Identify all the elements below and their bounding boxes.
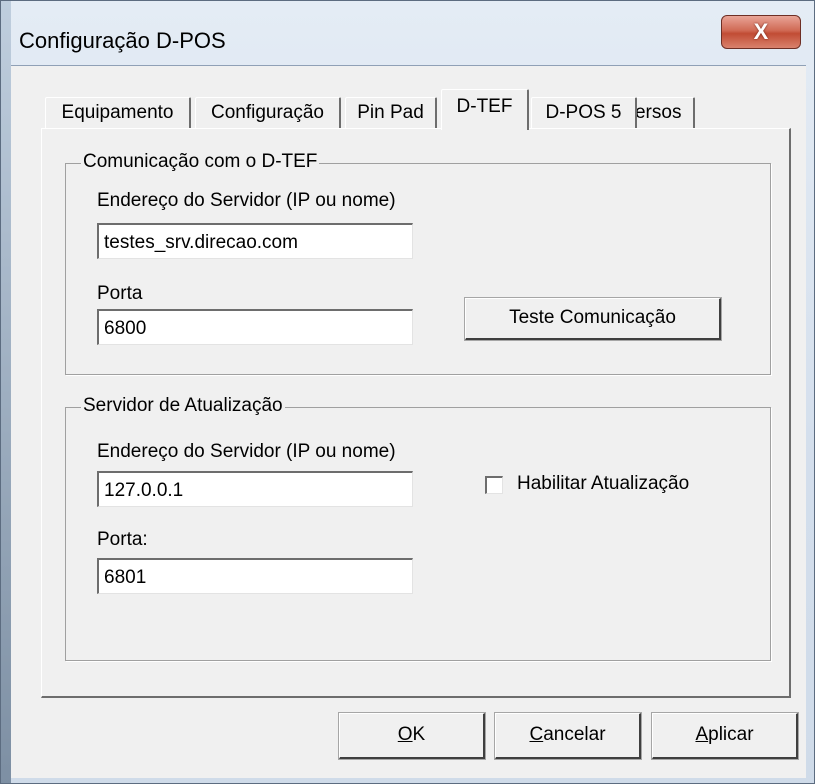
group-comunicacao-label: Comunicação com o D-TEF (81, 151, 320, 173)
tab-configuracao[interactable]: Configuração (195, 97, 341, 128)
update-server-label: Endereço do Servidor (IP ou nome) (97, 441, 396, 462)
cancel-label: ancelar (543, 724, 606, 745)
port-label: Porta (97, 283, 143, 304)
tab-pin-pad[interactable]: Pin Pad (345, 97, 437, 128)
cancel-button[interactable]: Cancelar (494, 712, 642, 760)
enable-update-label: Habilitar Atualização (517, 473, 690, 494)
port-input[interactable]: 6800 (97, 309, 413, 345)
apply-mnemonic: A (695, 724, 709, 745)
ok-mnemonic: O (397, 724, 413, 745)
apply-button[interactable]: Aplicar (651, 712, 799, 760)
update-server-input[interactable]: 127.0.0.1 (97, 471, 413, 507)
enable-update-checkbox[interactable] (485, 476, 503, 494)
window-title: Configuração D-POS (19, 28, 226, 53)
ok-label: K (412, 724, 426, 745)
server-address-label: Endereço do Servidor (IP ou nome) (97, 190, 396, 211)
update-port-label: Porta: (97, 529, 148, 550)
ok-button[interactable]: OK (338, 712, 486, 760)
server-address-input[interactable]: testes_srv.direcao.com (97, 223, 413, 259)
apply-label: plicar (708, 724, 754, 745)
close-button[interactable]: X (721, 15, 801, 49)
group-atualizacao-label: Servidor de Atualização (81, 395, 285, 417)
dialog-window: Configuração D-POS X Equipamento Configu… (0, 0, 815, 784)
cancel-mnemonic: C (529, 724, 544, 745)
tab-d-tef[interactable]: D-TEF (441, 89, 529, 130)
test-communication-button[interactable]: Teste Comunicação (464, 297, 722, 341)
close-icon: X (753, 19, 769, 44)
tab-d-pos-5[interactable]: D-POS 5 (531, 97, 637, 128)
tab-equipamento[interactable]: Equipamento (45, 97, 191, 128)
update-port-input[interactable]: 6801 (97, 558, 413, 594)
